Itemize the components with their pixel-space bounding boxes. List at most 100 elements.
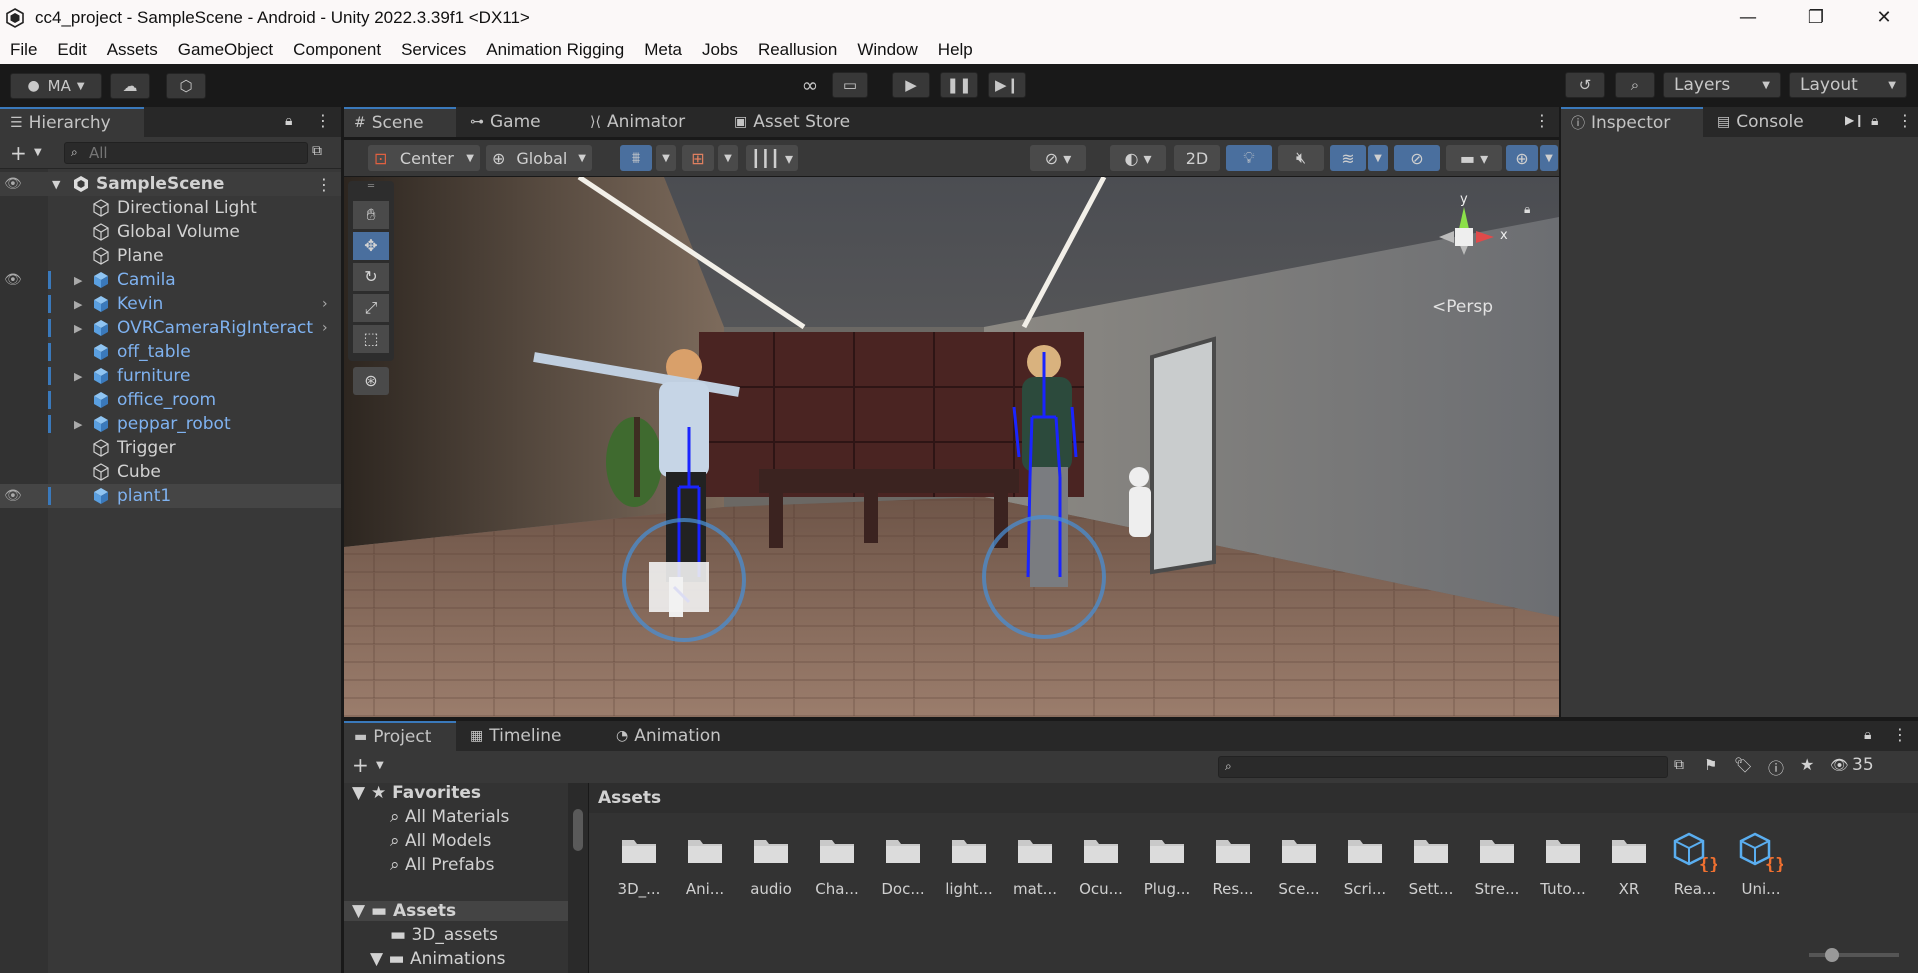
minimize-button[interactable]: — <box>1714 0 1782 35</box>
favorite-all-materials[interactable]: ⌕ All Materials <box>390 807 509 827</box>
scene-viewport[interactable]: ═ ✋︎ ✥ ↻ ⤢ ⬚ ⊛ y x 🔒︎ <Persp <box>344 177 1559 717</box>
hierarchy-item[interactable]: office_room <box>0 388 341 412</box>
create-asset-button[interactable]: + <box>352 753 369 777</box>
pivot-dropdown[interactable]: ⊡ Center ▼ <box>368 145 480 171</box>
open-prefab-chevron-icon[interactable]: › <box>322 320 328 336</box>
asset-folder[interactable]: Sett... <box>1401 836 1461 898</box>
search-button[interactable]: ⌕ <box>1615 72 1655 98</box>
chevron-down-icon[interactable]: ▼ <box>718 145 738 171</box>
menu-animation-rigging[interactable]: Animation Rigging <box>476 40 634 60</box>
space-dropdown[interactable]: ⊕ Global ▼ <box>486 145 592 171</box>
asset-folder[interactable]: Plug... <box>1137 836 1197 898</box>
overflow-arrow-icon[interactable]: ▶❙ <box>1845 113 1864 127</box>
asset-folder[interactable]: XR <box>1599 836 1659 898</box>
camera-dropdown[interactable]: ▬ ▾ <box>1446 145 1502 171</box>
pause-button[interactable]: ❚❚ <box>940 72 978 98</box>
eye-icon[interactable]: 👁︎ <box>4 488 22 504</box>
search-by-type-icon[interactable]: ⧉ <box>1674 757 1684 773</box>
slider-thumb[interactable] <box>1825 948 1839 962</box>
tab-game[interactable]: ⊶ Game <box>460 107 551 137</box>
audio-toggle[interactable]: 🔇︎ <box>1278 145 1324 171</box>
favorite-star-icon[interactable]: ★ <box>1800 755 1814 774</box>
menu-gameobject[interactable]: GameObject <box>168 40 283 60</box>
open-prefab-chevron-icon[interactable]: › <box>322 296 328 312</box>
asset-folder[interactable]: light... <box>939 836 999 898</box>
scene-visibility-icon[interactable]: ⧉ <box>312 143 322 159</box>
menu-jobs[interactable]: Jobs <box>692 40 748 60</box>
gizmo-lock-icon[interactable]: 🔒︎ <box>1524 202 1530 217</box>
filter-type-icon[interactable]: ⚑ <box>1704 756 1717 774</box>
hierarchy-item[interactable]: Trigger <box>0 436 341 460</box>
kebab-menu-icon[interactable]: ⋮ <box>1892 725 1908 744</box>
kebab-menu-icon[interactable]: ⋮ <box>1534 111 1550 130</box>
chevron-right-icon[interactable]: ▶ <box>74 274 82 287</box>
tab-console[interactable]: ▤ Console <box>1707 107 1814 137</box>
hierarchy-item[interactable]: ▶ Kevin › <box>0 292 341 316</box>
close-button[interactable]: ✕ <box>1850 0 1918 35</box>
drag-handle[interactable]: ═ <box>348 181 394 195</box>
scene-root-row[interactable]: 👁︎ ▼ SampleScene ⋮ <box>0 172 341 196</box>
hidden-packages-icon[interactable]: 👁︎ <box>1830 756 1849 774</box>
step-button[interactable]: ▶❙ <box>988 72 1026 98</box>
breadcrumb-assets[interactable]: Assets <box>598 788 661 808</box>
maximize-button[interactable]: ❐ <box>1782 0 1850 35</box>
assets-root[interactable]: ▼ ▬ Assets <box>344 901 568 921</box>
hierarchy-item[interactable]: Global Volume <box>0 220 341 244</box>
menu-help[interactable]: Help <box>928 40 983 60</box>
orientation-dropdown[interactable]: ⊘ ▾ <box>1030 145 1086 171</box>
kebab-menu-icon[interactable]: ⋮ <box>316 175 332 194</box>
tab-asset-store[interactable]: ▣ Asset Store <box>724 107 860 137</box>
menu-reallusion[interactable]: Reallusion <box>748 40 847 60</box>
device-simulator-button[interactable]: ▭ <box>832 72 868 98</box>
effects-toggle[interactable]: ≋ <box>1330 145 1366 171</box>
asset-folder[interactable]: Doc... <box>873 836 933 898</box>
menu-edit[interactable]: Edit <box>47 40 96 60</box>
asset-prefab-script[interactable]: {} Uni... <box>1731 832 1791 898</box>
lock-icon[interactable]: 🔒︎ <box>1864 727 1871 743</box>
eye-icon[interactable]: 👁︎ <box>4 176 22 192</box>
hierarchy-item[interactable]: ▶ peppar_robot <box>0 412 341 436</box>
menu-meta[interactable]: Meta <box>634 40 692 60</box>
asset-folder[interactable]: Scri... <box>1335 836 1395 898</box>
hierarchy-item[interactable]: Cube <box>0 460 341 484</box>
kebab-menu-icon[interactable]: ⋮ <box>1897 111 1913 130</box>
tab-timeline[interactable]: ▦ Timeline <box>460 721 572 751</box>
favorite-all-prefabs[interactable]: ⌕ All Prefabs <box>390 855 495 875</box>
lock-icon[interactable]: 🔒︎ <box>1871 113 1878 129</box>
gizmos-toggle[interactable]: ⊕ <box>1506 145 1538 171</box>
chevron-down-icon[interactable]: ▼ <box>1368 145 1388 171</box>
chevron-right-icon[interactable]: ▶ <box>74 370 82 383</box>
history-button[interactable]: ↺ <box>1565 72 1605 98</box>
eye-icon[interactable]: 👁︎ <box>4 272 22 288</box>
warning-filter-icon[interactable]: ⓘ <box>1768 755 1784 779</box>
chevron-right-icon[interactable]: ▶ <box>74 322 82 335</box>
layers-dropdown[interactable]: Layers ▼ <box>1663 72 1781 98</box>
hierarchy-item[interactable]: Plane <box>0 244 341 268</box>
cloud-button[interactable]: ☁ <box>110 73 150 99</box>
increment-snap-button[interactable]: ┃┃┃ ▾ <box>746 145 798 171</box>
account-dropdown[interactable]: ● MA ▼ <box>10 73 102 99</box>
hierarchy-item[interactable]: ▶ OVRCameraRigInteract › <box>0 316 341 340</box>
meta-icon[interactable]: ∞ <box>796 72 824 98</box>
asset-folder[interactable]: audio <box>741 836 801 898</box>
tree-folder-3d-assets[interactable]: ▬ 3D_assets <box>390 925 498 945</box>
draw-mode-dropdown[interactable]: ◐ ▾ <box>1110 145 1166 171</box>
add-object-button[interactable]: + <box>10 141 27 165</box>
chevron-down-icon[interactable]: ▼ <box>34 147 42 158</box>
chevron-down-icon[interactable]: ▼ <box>656 145 676 171</box>
services-button[interactable]: ⬡ <box>166 73 206 99</box>
grid-snap-button[interactable]: ⩩ <box>620 145 652 171</box>
asset-folder[interactable]: Res... <box>1203 836 1263 898</box>
chevron-right-icon[interactable]: ▶ <box>74 298 82 311</box>
asset-folder[interactable]: Stre... <box>1467 836 1527 898</box>
chevron-down-icon[interactable]: ▼ <box>376 760 384 771</box>
menu-file[interactable]: File <box>0 40 47 60</box>
hand-tool-button[interactable]: ✋︎ <box>353 201 389 229</box>
asset-folder[interactable]: Tuto... <box>1533 836 1593 898</box>
menu-component[interactable]: Component <box>283 40 391 60</box>
hierarchy-item[interactable]: ▶ furniture <box>0 364 341 388</box>
chevron-down-icon[interactable]: ▼ <box>1540 145 1558 171</box>
tab-project[interactable]: ▬ Project <box>344 721 456 751</box>
tree-scrollbar[interactable] <box>568 783 588 973</box>
kebab-menu-icon[interactable]: ⋮ <box>315 111 331 130</box>
